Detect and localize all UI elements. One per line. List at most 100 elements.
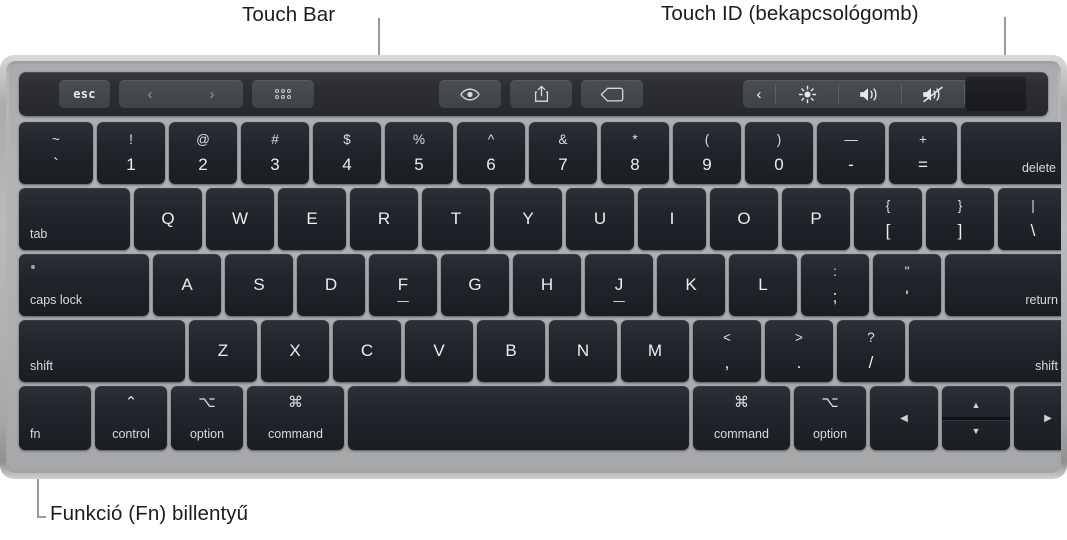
key-upper-label: ) [776, 132, 782, 148]
touch-bar[interactable]: esc ‹ › ‹ [19, 72, 1048, 116]
touch-id-button[interactable] [965, 76, 1027, 112]
key-u[interactable]: U [566, 188, 634, 250]
key-x[interactable]: X [261, 320, 329, 382]
key-9[interactable]: ( 9 [673, 122, 741, 184]
key-label: B [505, 341, 517, 360]
key-shift-right[interactable]: shift [909, 320, 1061, 382]
key-dual-label: * 8 [630, 133, 639, 173]
expand-chevron-icon[interactable]: ‹ [743, 80, 775, 108]
key-r[interactable]: R [350, 188, 418, 250]
key-upper-label: " [904, 264, 910, 280]
key-y[interactable]: Y [494, 188, 562, 250]
key-v[interactable]: V [405, 320, 473, 382]
volume-up-icon[interactable] [839, 80, 901, 108]
touch-bar-esc-button[interactable]: esc [59, 80, 110, 108]
key-equals[interactable]: + = [889, 122, 957, 184]
key-command-right[interactable]: ⌘ command [693, 386, 790, 450]
key-j[interactable]: J [585, 254, 653, 316]
key-arrow-left[interactable]: ◀ [870, 386, 938, 450]
key-label: M [647, 341, 663, 360]
key-fn[interactable]: fn [19, 386, 91, 450]
key-label: I [669, 209, 675, 228]
callout-fn-key: Funkció (Fn) billentyű [50, 502, 249, 525]
key-semicolon[interactable]: : ; [801, 254, 869, 316]
key-p[interactable]: P [782, 188, 850, 250]
tag-icon[interactable] [581, 80, 643, 108]
key-backtick[interactable]: ~ ` [19, 122, 93, 184]
key-dual-label: # 3 [270, 133, 279, 173]
key-mod-label: ⌘ command [268, 386, 323, 450]
key-i[interactable]: I [638, 188, 706, 250]
key-comma[interactable]: < , [693, 320, 761, 382]
key-e[interactable]: E [278, 188, 346, 250]
key-backslash[interactable]: | \ [998, 188, 1061, 250]
key-lower-label: . [796, 352, 802, 372]
key-s[interactable]: S [225, 254, 293, 316]
key-dual-label: : ; [833, 265, 838, 305]
key-l[interactable]: L [729, 254, 797, 316]
key-rightbracket[interactable]: } ] [926, 188, 994, 250]
key-control[interactable]: ⌃ control [95, 386, 167, 450]
key-upper-label: | [1031, 198, 1035, 214]
key-option-right[interactable]: ⌥ option [794, 386, 866, 450]
key-lower-label: [ [885, 220, 891, 240]
key-6[interactable]: ^ 6 [457, 122, 525, 184]
key-label: S [253, 275, 265, 294]
key-2[interactable]: @ 2 [169, 122, 237, 184]
key-w[interactable]: W [206, 188, 274, 250]
key-arrow-right[interactable]: ▶ [1014, 386, 1061, 450]
key-c[interactable]: C [333, 320, 401, 382]
key-tab[interactable]: tab [19, 188, 130, 250]
key-o[interactable]: O [710, 188, 778, 250]
key-4[interactable]: $ 4 [313, 122, 381, 184]
key-a[interactable]: A [153, 254, 221, 316]
key-f[interactable]: F [369, 254, 437, 316]
key-3[interactable]: # 3 [241, 122, 309, 184]
key-arrow-updown[interactable]: ▲ ▼ [942, 386, 1010, 450]
key-1[interactable]: ! 1 [97, 122, 165, 184]
key-dual-label: > . [795, 331, 803, 371]
key-minus[interactable]: — - [817, 122, 885, 184]
key-shift-left[interactable]: shift [19, 320, 185, 382]
key-8[interactable]: * 8 [601, 122, 669, 184]
key-arrow-up-icon[interactable]: ▲ [972, 393, 981, 417]
app-grid-icon[interactable] [252, 80, 314, 108]
key-arrow-down-icon[interactable]: ▼ [972, 420, 981, 444]
brightness-icon[interactable] [776, 80, 838, 108]
key-space[interactable] [348, 386, 689, 450]
back-chevron-icon[interactable]: ‹ [119, 80, 181, 108]
key-option-left[interactable]: ⌥ option [171, 386, 243, 450]
touch-bar-nav-group: ‹ › [119, 80, 243, 108]
key-t[interactable]: T [422, 188, 490, 250]
key-q[interactable]: Q [134, 188, 202, 250]
key-return[interactable]: return [945, 254, 1061, 316]
mute-glyph [923, 86, 943, 102]
key-h[interactable]: H [513, 254, 581, 316]
key-arrow-icon: ▶ [1044, 412, 1052, 424]
share-icon[interactable] [510, 80, 572, 108]
key-quote[interactable]: " ' [873, 254, 941, 316]
preview-eye-icon[interactable] [439, 80, 501, 108]
key-d[interactable]: D [297, 254, 365, 316]
key-z[interactable]: Z [189, 320, 257, 382]
key-m[interactable]: M [621, 320, 689, 382]
key-g[interactable]: G [441, 254, 509, 316]
key-slash[interactable]: ? / [837, 320, 905, 382]
key-lower-label: - [848, 154, 854, 174]
key-b[interactable]: B [477, 320, 545, 382]
key-upper-label: ~ [52, 132, 60, 148]
key-mod-label: ⌥ option [813, 386, 847, 450]
key-k[interactable]: K [657, 254, 725, 316]
forward-chevron-icon[interactable]: › [181, 80, 243, 108]
key-caps-lock[interactable]: caps lock [19, 254, 149, 316]
key-7[interactable]: & 7 [529, 122, 597, 184]
key-delete[interactable]: delete [961, 122, 1061, 184]
key-5[interactable]: % 5 [385, 122, 453, 184]
key-0[interactable]: ) 0 [745, 122, 813, 184]
mute-icon[interactable] [902, 80, 964, 108]
key-period[interactable]: > . [765, 320, 833, 382]
key-n[interactable]: N [549, 320, 617, 382]
key-leftbracket[interactable]: { [ [854, 188, 922, 250]
key-command-left[interactable]: ⌘ command [247, 386, 344, 450]
key-label: command [714, 427, 769, 441]
